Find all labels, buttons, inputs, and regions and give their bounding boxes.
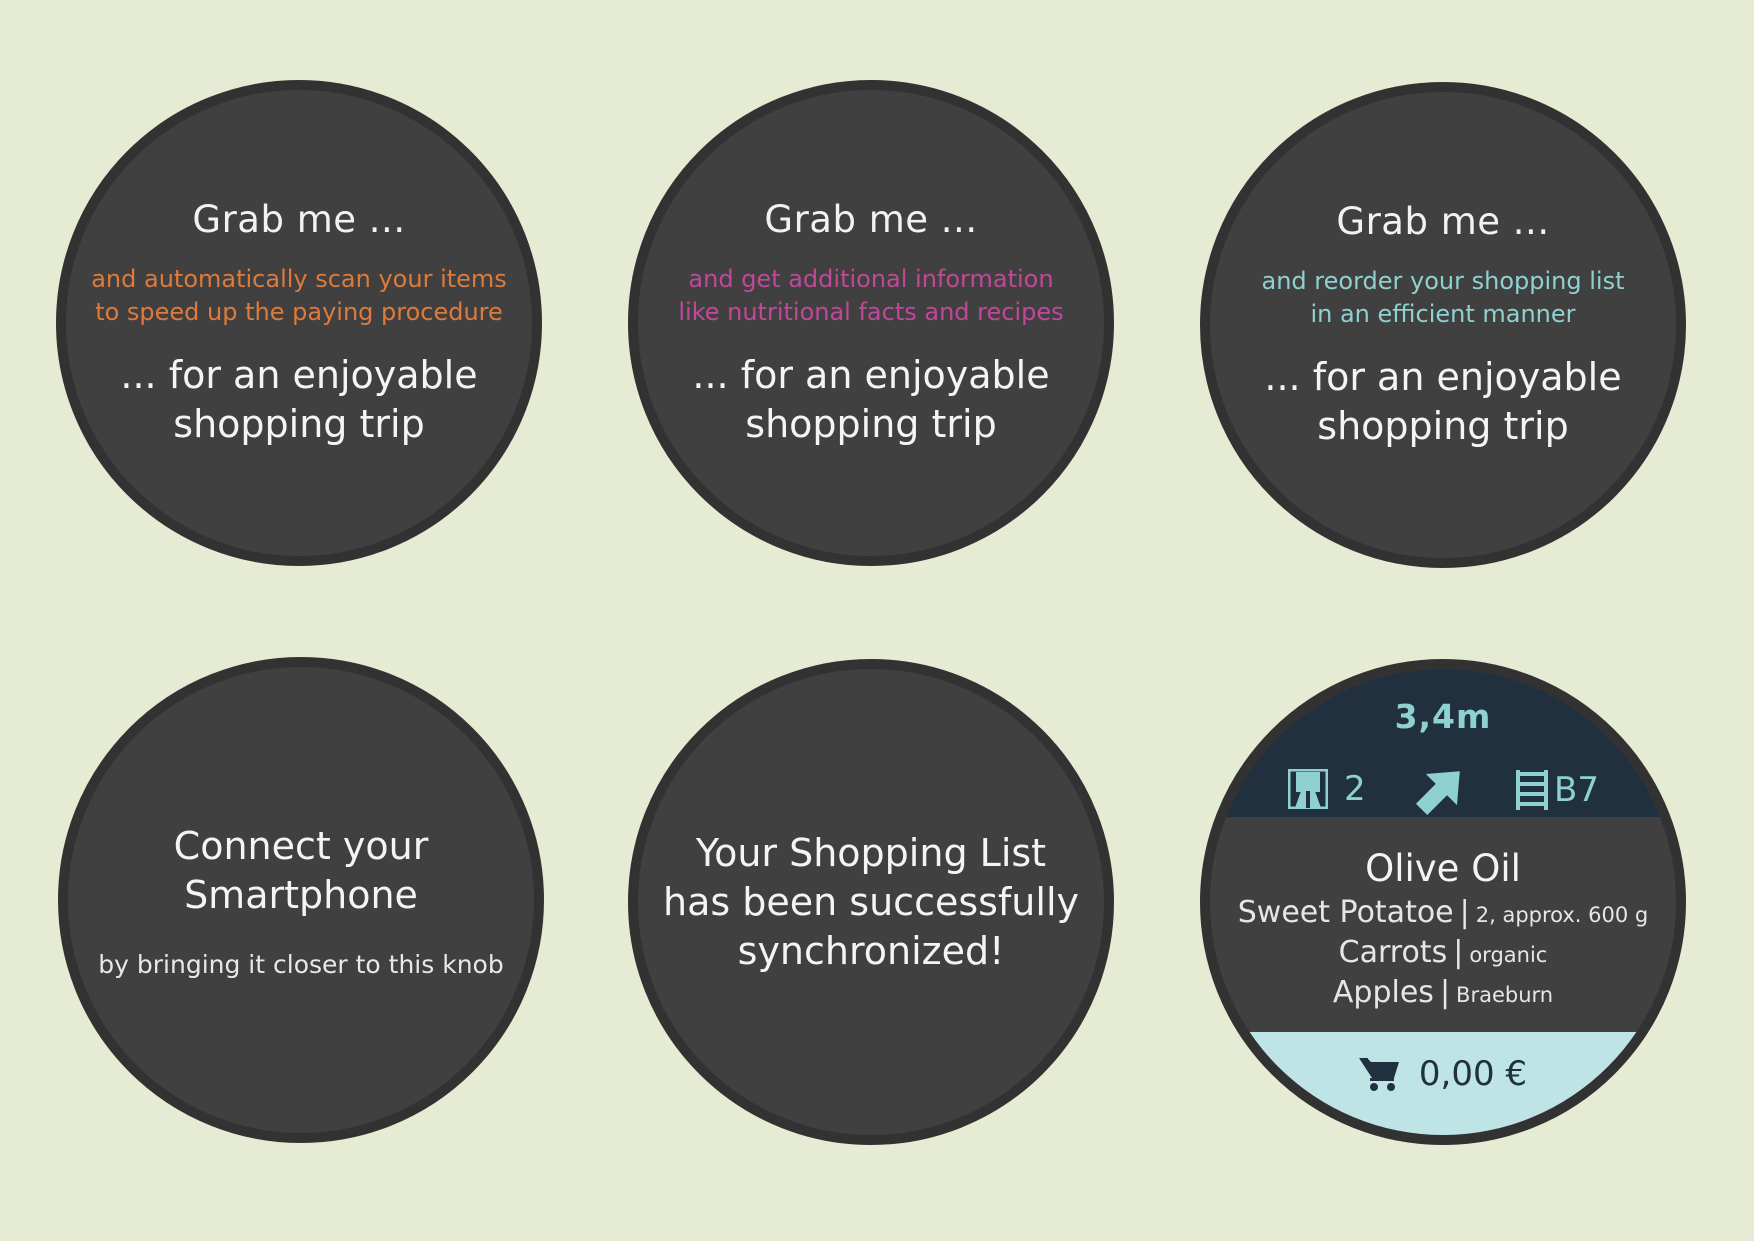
card-subtitle-line: like nutritional facts and recipes: [678, 297, 1064, 326]
aisle-icon: [1288, 769, 1328, 809]
card-tagline: ... for an enjoyable shopping trip: [692, 351, 1049, 449]
shelf-icon: [1516, 770, 1548, 810]
list-item-detail: organic: [1469, 943, 1548, 967]
connect-content: Connect your Smartphone by bringing it c…: [68, 667, 534, 1133]
card-tagline-line: shopping trip: [173, 401, 425, 446]
card-subtitle: and reorder your shopping list in an eff…: [1262, 265, 1625, 331]
card-content: Grab me ... and automatically scan your …: [66, 90, 532, 556]
card-subtitle: and automatically scan your items to spe…: [91, 263, 507, 329]
card-subtitle-line: and reorder your shopping list: [1261, 266, 1625, 295]
sync-message-line: synchronized!: [737, 928, 1005, 973]
card-title: Grab me ...: [1336, 199, 1550, 243]
cart-total-amount: 0,00 €: [1418, 1054, 1528, 1094]
distance-readout: 3,4m: [1394, 697, 1492, 736]
sync-message: Your Shopping List has been successfully…: [663, 829, 1079, 976]
navigation-row: 2 B7: [1210, 769, 1676, 819]
card-tagline-line: shopping trip: [1317, 403, 1569, 448]
card-content: Grab me ... and reorder your shopping li…: [1210, 92, 1676, 558]
card-tagline-line: ... for an enjoyable: [1264, 354, 1622, 399]
card-tagline: ... for an enjoyable shopping trip: [120, 351, 477, 449]
aisle-indicator: 2: [1288, 769, 1366, 809]
connect-title: Connect your Smartphone: [174, 822, 429, 920]
list-item-detail: 2, approx. 600 g: [1475, 903, 1649, 927]
card-subtitle-line: and automatically scan your items: [91, 264, 507, 293]
cart-icon: [1358, 1058, 1399, 1091]
current-item-name: Olive Oil: [1365, 847, 1521, 890]
shelf-code: B7: [1554, 770, 1599, 810]
card-subtitle-line: to speed up the paying procedure: [95, 297, 503, 326]
arrow-up-right-icon: [1415, 771, 1460, 816]
card-title: Grab me ...: [764, 197, 978, 241]
shelf-indicator: B7: [1514, 769, 1599, 811]
connect-title-line: Connect your: [173, 823, 429, 868]
list-item-detail: Braeburn: [1456, 983, 1554, 1007]
card-subtitle-line: in an efficient manner: [1310, 299, 1576, 328]
card-title: Grab me ...: [192, 197, 406, 241]
knob-sync-confirmation[interactable]: Your Shopping List has been successfully…: [628, 659, 1114, 1145]
list-item-name: Apples: [1332, 975, 1434, 1010]
card-subtitle-line: and get additional information: [688, 264, 1054, 293]
sync-message-line: has been successfully: [663, 879, 1079, 924]
list-item-name: Carrots: [1338, 935, 1448, 970]
knob-card-scan[interactable]: Grab me ... and automatically scan your …: [56, 80, 542, 566]
card-subtitle: and get additional information like nutr…: [678, 263, 1063, 329]
cart-total: 0,00 €: [1358, 1054, 1528, 1094]
knob-connect-smartphone[interactable]: Connect your Smartphone by bringing it c…: [58, 657, 544, 1143]
list-item[interactable]: Carrots | organic: [1210, 934, 1676, 974]
knob-card-reorder[interactable]: Grab me ... and reorder your shopping li…: [1200, 82, 1686, 568]
list-item-name: Sweet Potatoe: [1237, 895, 1454, 930]
shopping-list: Sweet Potatoe | 2, approx. 600 g Carrots | o…: [1210, 894, 1676, 1014]
sync-message-line: Your Shopping List: [695, 830, 1047, 875]
card-tagline-line: shopping trip: [745, 401, 997, 446]
cart-total-bar[interactable]: 0,00 €: [1210, 1032, 1676, 1135]
connect-title-line: Smartphone: [184, 872, 418, 917]
sync-content: Your Shopping List has been successfully…: [638, 669, 1104, 1135]
list-item[interactable]: Sweet Potatoe | 2, approx. 600 g: [1210, 894, 1676, 934]
list-item-separator: |: [1439, 975, 1451, 1010]
card-tagline-line: ... for an enjoyable: [120, 352, 478, 397]
card-tagline-line: ... for an enjoyable: [692, 352, 1050, 397]
knob-card-info[interactable]: Grab me ... and get additional informati…: [628, 80, 1114, 566]
card-content: Grab me ... and get additional informati…: [638, 90, 1104, 556]
knob-navigation[interactable]: 3,4m 2 B7 Olive Oil Sweet Potatoe | 2, a…: [1200, 659, 1686, 1145]
card-tagline: ... for an enjoyable shopping trip: [1264, 353, 1621, 451]
aisle-number: 2: [1344, 769, 1366, 809]
list-item-separator: |: [1453, 935, 1464, 970]
list-item-separator: |: [1459, 895, 1470, 930]
list-item[interactable]: Apples | Braeburn: [1210, 974, 1676, 1014]
navigation-header: 3,4m 2 B7: [1210, 669, 1676, 817]
direction-indicator: [1408, 759, 1472, 827]
connect-subtitle: by bringing it closer to this knob: [98, 949, 504, 979]
